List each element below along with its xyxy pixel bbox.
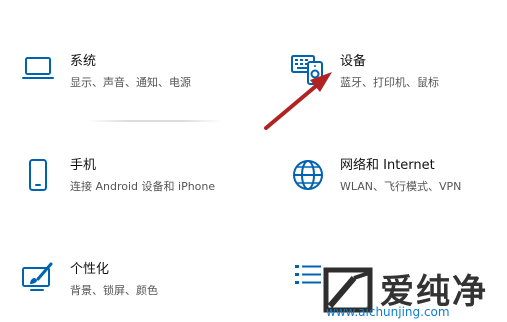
watermark-url: www.aichunjing.com <box>326 305 450 319</box>
watermark: 爱纯净 www.aichunjing.com <box>318 262 507 322</box>
